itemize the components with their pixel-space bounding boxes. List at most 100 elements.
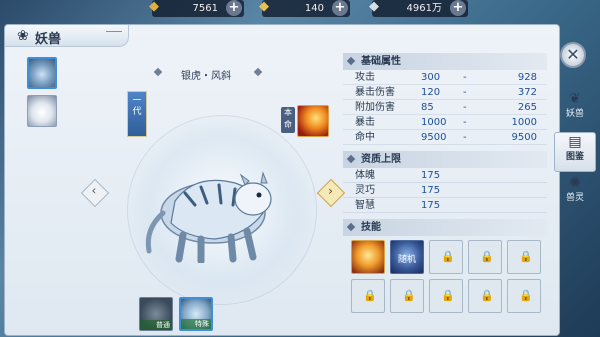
skills-title: 技能 (361, 222, 381, 233)
next-beast-button[interactable]: › (316, 178, 346, 208)
beast-thumb-white-beast[interactable] (27, 95, 57, 127)
form-thumb-label: 普通 (140, 320, 172, 330)
beast-icon: ❦ (569, 91, 581, 107)
beast-thumb-silver-tiger[interactable] (27, 57, 57, 89)
aptitude-label: 体魄 (355, 170, 375, 181)
resource-gold: ◆ 7561 + (149, 0, 244, 17)
attribute-sep: - (463, 117, 467, 128)
beast-info-panel: 基础属性 攻击 300 - 928 暴击伤害 120 - 372 附加伤害 85… (343, 53, 547, 333)
resource-silver: ◆ 4961万 + (369, 0, 468, 17)
form-selector: 普通 特殊 (139, 297, 229, 333)
aptitude-value: 175 (421, 170, 441, 181)
aptitude-value: 175 (421, 200, 441, 211)
resource-ingot-value: 140 (304, 3, 324, 14)
silver-tiger-model (145, 171, 272, 263)
benming-skill-icon[interactable] (297, 105, 329, 137)
skill-slot-locked[interactable]: 🔒 (351, 279, 385, 313)
chevron-left-icon: ‹ (91, 183, 97, 198)
form-thumb-special[interactable]: 特殊 (179, 297, 213, 331)
resource-ingot: ◆ 140 + (259, 0, 350, 17)
aptitude-header: 资质上限 (343, 151, 547, 168)
lock-icon: 🔒 (441, 289, 455, 302)
previous-beast-button[interactable]: ‹ (80, 178, 110, 208)
attribute-row: 攻击 300 - 928 (343, 70, 547, 85)
tab-spirit[interactable]: ✺ 兽灵 (554, 174, 596, 214)
attribute-label: 暴击伤害 (355, 87, 395, 98)
form-thumb-normal[interactable]: 普通 (139, 297, 173, 331)
attribute-label: 攻击 (355, 72, 375, 83)
aptitude-label: 灵巧 (355, 185, 375, 196)
aptitude-value: 175 (421, 185, 441, 196)
add-gold-button[interactable]: + (226, 0, 242, 16)
attribute-min: 9500 (421, 132, 447, 143)
lock-icon: 🔒 (519, 250, 533, 263)
skill-slot-fire[interactable] (351, 240, 385, 274)
aptitude-row: 灵巧 175 (343, 183, 547, 198)
attribute-row: 命中 9500 - 9500 (343, 130, 547, 145)
skill-slot-random[interactable]: 随机 (390, 240, 424, 274)
beast-name: 银虎・风斜 (181, 71, 231, 82)
form-thumb-label: 特殊 (181, 319, 211, 329)
skill-slot-locked[interactable]: 🔒 (468, 240, 502, 274)
base-attributes-list: 攻击 300 - 928 暴击伤害 120 - 372 附加伤害 85 - 26… (343, 70, 547, 145)
attribute-max: 265 (517, 102, 537, 113)
attribute-max: 372 (517, 87, 537, 98)
attribute-sep: - (463, 102, 467, 113)
skill-slot-locked[interactable]: 🔒 (507, 240, 541, 274)
side-tab-bar: ✕ ❦ 妖兽 ▤ 图鉴 ✺ 兽灵 (548, 24, 600, 336)
skill-slot-locked[interactable]: 🔒 (429, 279, 463, 313)
lock-icon: 🔒 (480, 289, 494, 302)
tab-label: 妖兽 (565, 109, 584, 119)
skill-slot-locked[interactable]: 🔒 (390, 279, 424, 313)
aptitude-list: 体魄 175 灵巧 175 智慧 175 (343, 168, 547, 213)
benming-char-2: 命 (284, 120, 292, 129)
attribute-sep: - (463, 87, 467, 98)
spirit-icon: ✺ (569, 175, 581, 191)
panel-title-tab: ❀ 妖兽 (5, 25, 129, 47)
skills-header: 技能 (343, 219, 547, 236)
silver-ingot-icon: ◆ (369, 0, 379, 14)
diamond-bullet-icon (346, 56, 356, 66)
skill-grid: 随机 🔒 🔒 🔒 🔒 🔒 🔒 🔒 🔒 (351, 240, 547, 320)
tab-codex[interactable]: ▤ 图鉴 (554, 132, 596, 172)
title-decoration (106, 31, 122, 41)
tab-label: 图鉴 (565, 152, 584, 162)
attribute-label: 附加伤害 (355, 102, 395, 113)
attribute-max: 928 (517, 72, 537, 83)
aptitude-row: 体魄 175 (343, 168, 547, 183)
attribute-label: 命中 (355, 132, 375, 143)
attribute-min: 120 (421, 87, 441, 98)
lock-icon: 🔒 (441, 250, 455, 263)
close-button[interactable]: ✕ (560, 42, 586, 68)
skill-slot-locked[interactable]: 🔒 (429, 240, 463, 274)
add-ingot-button[interactable]: + (332, 0, 348, 16)
skill-slot-locked[interactable]: 🔒 (507, 279, 541, 313)
resource-bar: ◆ 7561 + ◆ 140 + ◆ 4961万 + (0, 0, 600, 18)
tab-beast[interactable]: ❦ 妖兽 (554, 90, 596, 130)
generation-char-2: 代 (132, 107, 142, 117)
skill-slot-locked[interactable]: 🔒 (468, 279, 502, 313)
attribute-sep: - (463, 132, 467, 143)
attribute-row: 暴击伤害 120 - 372 (343, 85, 547, 100)
generation-char-1: 一 (132, 96, 142, 106)
name-decoration-right (253, 67, 263, 77)
attribute-max: 1000 (511, 117, 537, 128)
lock-icon: 🔒 (519, 289, 533, 302)
resource-silver-value: 4961万 (406, 3, 442, 14)
aptitude-title: 资质上限 (361, 154, 401, 165)
lock-icon: 🔒 (402, 289, 416, 302)
skill-random-label: 随机 (397, 255, 416, 265)
attribute-sep: - (463, 72, 467, 83)
resource-gold-value: 7561 (192, 3, 218, 14)
diamond-bullet-icon (346, 154, 356, 164)
attribute-max: 9500 (511, 132, 537, 143)
attribute-min: 1000 (421, 117, 447, 128)
attribute-min: 85 (421, 102, 434, 113)
beast-list (11, 57, 69, 133)
book-icon: ▤ (568, 134, 582, 150)
add-silver-button[interactable]: + (450, 0, 466, 16)
gold-ingot-icon: ◆ (149, 0, 159, 14)
attribute-min: 300 (421, 72, 441, 83)
beast-panel: ❀ 妖兽 银虎・风斜 一 代 本 命 ‹ › 普通 特殊 基础属性 攻击 300… (4, 24, 560, 336)
chevron-right-icon: › (328, 184, 333, 199)
